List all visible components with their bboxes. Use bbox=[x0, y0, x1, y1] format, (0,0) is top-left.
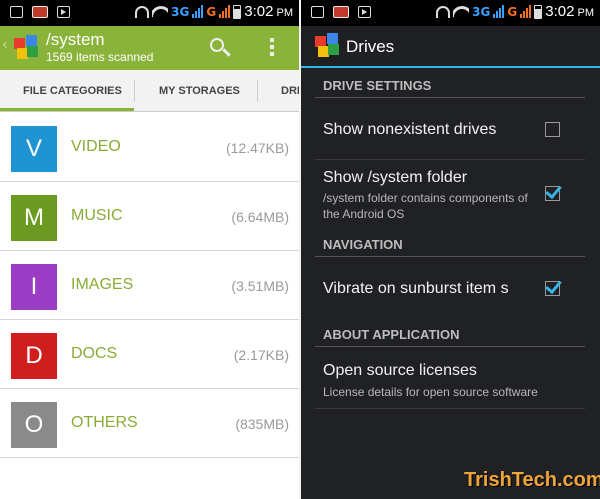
headphones-icon bbox=[436, 5, 451, 18]
battery-icon bbox=[534, 4, 543, 19]
category-name: IMAGES bbox=[71, 276, 134, 293]
clock: 3:02 PM bbox=[244, 3, 293, 20]
section-about-application: ABOUT APPLICATION bbox=[323, 327, 460, 342]
page-title: /system bbox=[46, 30, 105, 49]
media-notification-icon bbox=[358, 6, 371, 18]
watermark-logo: TrishTech.com bbox=[464, 469, 600, 491]
live-notification-icon bbox=[333, 6, 349, 18]
row-divider bbox=[315, 159, 585, 160]
app-logo-icon[interactable] bbox=[14, 35, 38, 59]
network-g-label: G bbox=[206, 4, 217, 19]
live-notification-icon bbox=[32, 6, 48, 18]
tab-divider bbox=[257, 80, 258, 102]
section-navigation: NAVIGATION bbox=[323, 237, 403, 252]
signal-icon bbox=[493, 5, 505, 18]
page-title: Drives bbox=[346, 37, 395, 56]
section-drive-settings: DRIVE SETTINGS bbox=[323, 78, 432, 93]
pref-open-source-licenses[interactable]: Open source licenses bbox=[323, 362, 477, 380]
video-tile-icon: V bbox=[11, 126, 57, 172]
vibrate-checkbox[interactable] bbox=[545, 281, 560, 296]
pref-vibrate-on-sunburst[interactable]: Vibrate on sunburst item s bbox=[323, 280, 529, 298]
network-g-label: G bbox=[507, 4, 518, 19]
tab-my-storages[interactable]: MY STORAGES bbox=[159, 70, 240, 111]
section-divider bbox=[315, 346, 585, 347]
category-size: (6.64MB) bbox=[231, 209, 289, 225]
battery-icon bbox=[233, 4, 242, 19]
nonexistent-drives-checkbox[interactable] bbox=[545, 122, 560, 137]
tab-divider bbox=[134, 80, 135, 102]
others-tile-icon: O bbox=[11, 402, 57, 448]
signal-icon bbox=[520, 5, 532, 18]
images-tile-icon: I bbox=[11, 264, 57, 310]
status-bar: 3G G 3:02 PM bbox=[301, 0, 600, 26]
overflow-menu-icon[interactable] bbox=[264, 36, 280, 60]
app-logo-icon[interactable] bbox=[315, 33, 339, 57]
pref-summary: /system folder contains components of th… bbox=[323, 191, 528, 221]
category-name: DOCS bbox=[71, 345, 118, 362]
network-3g-label: 3G bbox=[171, 4, 190, 19]
docs-tile-icon: D bbox=[11, 333, 57, 379]
category-images[interactable]: I IMAGES (3.51MB) bbox=[0, 251, 299, 320]
category-others[interactable]: O OTHERS (835MB) bbox=[0, 389, 299, 458]
clock: 3:02 PM bbox=[545, 3, 594, 20]
wifi-icon bbox=[152, 6, 168, 18]
items-scanned-subtitle: 1569 items scanned bbox=[46, 50, 154, 64]
category-size: (12.47KB) bbox=[225, 140, 289, 156]
category-docs[interactable]: D DOCS (2.17KB) bbox=[0, 320, 299, 389]
music-tile-icon: M bbox=[11, 195, 57, 241]
tab-file-categories[interactable]: FILE CATEGORIES bbox=[0, 70, 134, 111]
left-screen: 3G G 3:02 PM ‹ /system 1569 items scanne… bbox=[0, 0, 299, 499]
category-size: (3.51MB) bbox=[231, 278, 289, 294]
notification-icon bbox=[10, 6, 23, 18]
category-video[interactable]: V VIDEO (12.47KB) bbox=[0, 113, 299, 182]
chevron-left-icon[interactable]: ‹ bbox=[2, 37, 8, 53]
category-name: VIDEO bbox=[71, 138, 121, 155]
signal-icon bbox=[192, 5, 204, 18]
section-divider bbox=[315, 97, 585, 98]
pref-show-nonexistent-drives[interactable]: Show nonexistent drives bbox=[323, 121, 496, 139]
search-icon[interactable] bbox=[208, 36, 232, 60]
signal-icon bbox=[219, 5, 231, 18]
status-bar: 3G G 3:02 PM bbox=[0, 0, 299, 26]
pref-show-system-folder[interactable]: Show /system folder bbox=[323, 169, 467, 187]
category-name: MUSIC bbox=[71, 207, 123, 224]
tab-bar: FILE CATEGORIES MY STORAGES DRI bbox=[0, 70, 299, 112]
notification-icon bbox=[311, 6, 324, 18]
wifi-icon bbox=[453, 6, 469, 18]
tab-drives[interactable]: DRI bbox=[281, 70, 299, 111]
right-screen: 3G G 3:02 PM Drives DRIVE SETTINGS Show … bbox=[301, 0, 600, 499]
network-3g-label: 3G bbox=[472, 4, 491, 19]
section-divider bbox=[315, 256, 585, 257]
system-folder-checkbox[interactable] bbox=[545, 186, 560, 201]
category-size: (2.17KB) bbox=[233, 347, 289, 363]
category-music[interactable]: M MUSIC (6.64MB) bbox=[0, 182, 299, 251]
pref-summary: License details for open source software bbox=[323, 385, 538, 399]
category-size: (835MB) bbox=[235, 416, 289, 432]
headphones-icon bbox=[135, 5, 150, 18]
row-divider bbox=[315, 408, 585, 409]
category-name: OTHERS bbox=[71, 414, 138, 431]
media-notification-icon bbox=[57, 6, 70, 18]
